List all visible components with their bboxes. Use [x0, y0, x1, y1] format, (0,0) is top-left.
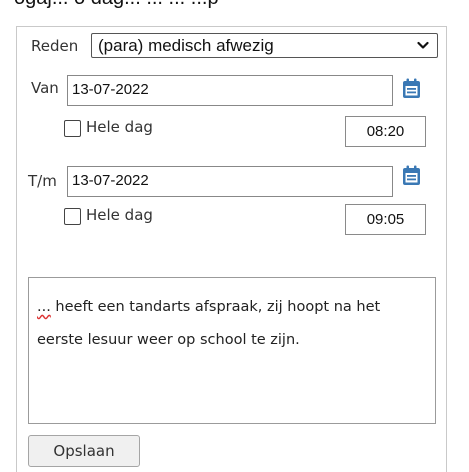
comment-prefix: ...: [37, 299, 51, 315]
from-whole-day-checkbox[interactable]: [64, 120, 81, 137]
reason-label: Reden: [31, 37, 79, 55]
header-partial-text: ogaj... o dag... ... ... ...p: [14, 0, 219, 10]
until-whole-day-label: Hele dag: [86, 206, 153, 224]
calendar-icon[interactable]: [402, 78, 421, 99]
until-whole-day-checkbox[interactable]: [64, 208, 81, 225]
comment-text: heeft een tandarts afspraak, zij hoopt n…: [37, 299, 381, 348]
until-date-input[interactable]: 13-07-2022: [67, 166, 393, 197]
chevron-down-icon: [417, 41, 429, 49]
comment-textarea[interactable]: ... heeft een tandarts afspraak, zij hoo…: [28, 277, 436, 424]
until-time-input[interactable]: 09:05: [345, 204, 426, 235]
calendar-icon[interactable]: [402, 165, 421, 186]
from-label: Van: [31, 79, 59, 97]
reason-select[interactable]: (para) medisch afwezig: [91, 33, 438, 58]
from-date-input[interactable]: 13-07-2022: [67, 75, 393, 106]
until-label: T/m: [28, 172, 57, 190]
from-whole-day-label: Hele dag: [86, 118, 153, 136]
reason-select-value: (para) medisch afwezig: [98, 36, 274, 55]
save-button[interactable]: Opslaan: [28, 435, 140, 467]
from-time-input[interactable]: 08:20: [345, 116, 426, 147]
